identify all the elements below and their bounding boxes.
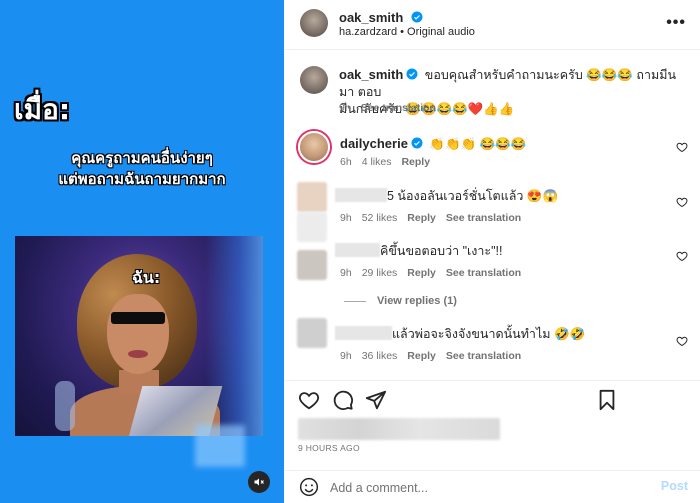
blurred-username xyxy=(335,243,380,257)
comment-time: 9h xyxy=(340,212,352,224)
video-caption-line-2: แต่พอถามฉันถามยากมาก xyxy=(58,170,226,188)
blurred-username xyxy=(335,326,392,340)
post-timestamp: 9 HOURS AGO xyxy=(298,443,360,453)
add-comment-input[interactable] xyxy=(330,479,630,497)
comment-likes[interactable]: 29 likes xyxy=(362,267,398,279)
comment-time: 6h xyxy=(340,156,352,168)
post-comment-button[interactable]: Post xyxy=(661,479,688,493)
comment-meta: 6h 4 likes Reply xyxy=(340,156,430,168)
video-frame-image: ฉัน: xyxy=(15,236,263,436)
comments-panel: oak_smith ha.zardzard • Original audio •… xyxy=(284,0,700,503)
blurred-username xyxy=(335,188,387,202)
comment-2: 5 น้องอลันเวอร์ชั่นโตแล้ว 😍😱 xyxy=(335,188,558,205)
comment-likes[interactable]: 4 likes xyxy=(362,156,392,168)
comment-likes[interactable]: 52 likes xyxy=(362,212,398,224)
reply-button[interactable]: Reply xyxy=(407,212,436,224)
video-heading-text: เมื่อ: xyxy=(14,93,71,126)
reply-button[interactable]: Reply xyxy=(407,350,436,362)
reply-button[interactable]: Reply xyxy=(407,267,436,279)
verified-badge-icon xyxy=(411,11,423,23)
save-bookmark-icon[interactable] xyxy=(596,389,618,411)
post-actions-bar xyxy=(284,380,700,414)
comment-username[interactable]: dailycherie xyxy=(340,136,408,151)
view-replies-divider xyxy=(344,301,366,302)
audio-line[interactable]: ha.zardzard • Original audio xyxy=(339,26,475,38)
blurred-likes-summary xyxy=(298,418,500,440)
see-translation-link[interactable]: See translation xyxy=(446,267,521,279)
like-comment-heart-icon[interactable] xyxy=(676,141,688,153)
muted-speaker-icon xyxy=(254,478,264,486)
author-username[interactable]: oak_smith xyxy=(339,10,403,25)
mute-button[interactable] xyxy=(248,471,270,493)
performer-face xyxy=(107,294,169,374)
video-caption-line-1: คุณครูถามคนอื่นง่ายๆ xyxy=(71,149,213,167)
video-panel[interactable]: เมื่อ: คุณครูถามคนอื่นง่ายๆ แต่พอถามฉันถ… xyxy=(0,0,284,503)
verified-badge-icon xyxy=(411,137,423,149)
comment-4: แล้วพ่อจะจิงจังขนาดนั้นทำไม 🤣🤣 xyxy=(335,326,585,343)
see-translation-link[interactable]: See translation xyxy=(446,350,521,362)
like-heart-icon[interactable] xyxy=(298,389,320,411)
comment-meta: 9h 29 likes Reply See translation xyxy=(340,267,521,279)
video-caption: คุณครูถามคนอื่นง่ายๆ แต่พอถามฉันถามยากมา… xyxy=(0,148,284,190)
see-translation-link[interactable]: See translation xyxy=(446,212,521,224)
comment-avatar-blurred[interactable] xyxy=(297,250,327,280)
more-options-icon[interactable]: ••• xyxy=(666,14,686,32)
reply-button[interactable]: Reply xyxy=(401,156,430,168)
comment-meta: 9h 52 likes Reply See translation xyxy=(340,212,521,224)
comment-dailycherie: dailycherie 👏👏👏 😂😂😂 xyxy=(340,135,526,153)
emoji-smiley-icon[interactable] xyxy=(299,477,319,497)
comment-time: 9h xyxy=(339,102,351,114)
comment-text: คิขึ้นขอตอบว่า "เงาะ"!! xyxy=(380,244,503,258)
see-translation-link[interactable]: See translation xyxy=(361,102,436,114)
comment-3: คิขึ้นขอตอบว่า "เงาะ"!! xyxy=(335,243,503,260)
author-avatar[interactable] xyxy=(300,9,328,37)
like-comment-heart-icon[interactable] xyxy=(676,196,688,208)
comment-likes[interactable]: 36 likes xyxy=(362,350,398,362)
comment-username[interactable]: oak_smith xyxy=(339,67,403,82)
comment-text: แล้วพ่อจะจิงจังขนาดนั้นทำไม 🤣🤣 xyxy=(392,327,586,341)
add-comment-bar: Post xyxy=(284,470,700,503)
comment-avatar-dailycherie[interactable] xyxy=(298,131,330,163)
comment-meta: 9h See translation xyxy=(339,102,436,114)
comment-avatar-oak[interactable] xyxy=(300,66,328,94)
comment-avatar-blurred[interactable] xyxy=(297,318,327,348)
comment-meta: 9h 36 likes Reply See translation xyxy=(340,350,521,362)
like-comment-heart-icon[interactable] xyxy=(676,250,688,262)
view-replies-button[interactable]: View replies (1) xyxy=(377,295,457,307)
blurred-watermark xyxy=(195,425,245,467)
share-send-icon[interactable] xyxy=(365,389,387,411)
comment-text: 5 น้องอลันเวอร์ชั่นโตแล้ว 😍😱 xyxy=(387,189,559,203)
comment-time: 9h xyxy=(340,267,352,279)
comment-avatar-blurred[interactable] xyxy=(297,182,327,212)
like-comment-heart-icon[interactable] xyxy=(676,335,688,347)
verified-badge-icon xyxy=(406,68,418,80)
comment-text: 👏👏👏 😂😂😂 xyxy=(429,137,527,151)
post-header: oak_smith ha.zardzard • Original audio •… xyxy=(284,0,700,50)
comment-time: 9h xyxy=(340,350,352,362)
video-frame-label: ฉัน: xyxy=(132,268,161,287)
comment-bubble-icon[interactable] xyxy=(332,389,354,411)
